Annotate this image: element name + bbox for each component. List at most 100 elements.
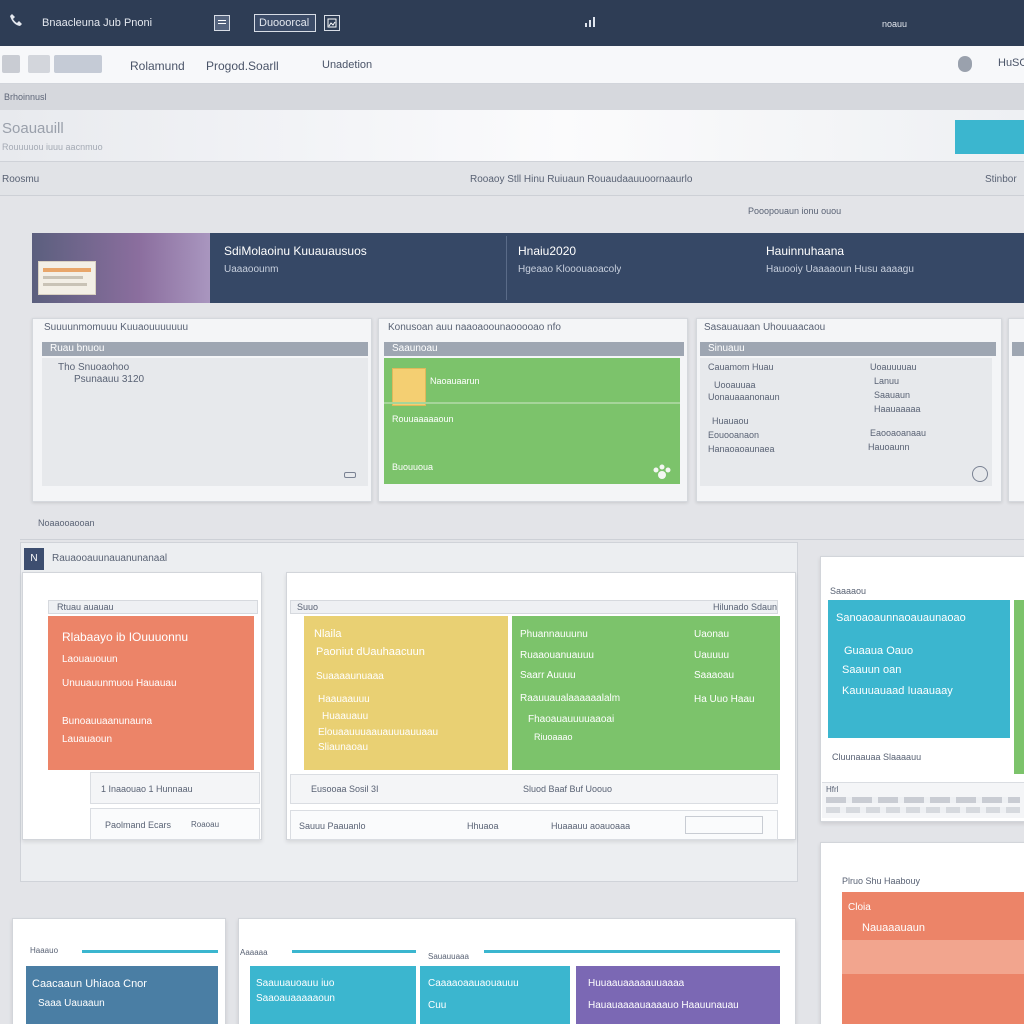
green-tile-left: Fhaoauauuuuaaoai — [528, 714, 615, 725]
card-overview-title: Suuuunmomuuu Kuuaouuuuuuu — [44, 322, 189, 333]
subheader: Brhoinnusl — [0, 84, 1024, 110]
logo-icon — [2, 55, 20, 73]
card-status-header-label: Saaunoau — [392, 343, 438, 354]
card-status-title: Konusoan auu naaoaoounaooooao nfo — [388, 322, 561, 333]
filter-bar: Roosmu Rooaoy Stll Hinu Ruiuaun Rouaudaa… — [0, 162, 1024, 196]
cyan-tile-2-title: Saauuauoauu iuo — [256, 978, 335, 989]
purple-tile-sub: Hauauaaaauaaaauo Haauunauau — [588, 1000, 739, 1011]
board-mid-footer2-mid: Hhuaoa — [467, 821, 499, 831]
card-overview-more-icon[interactable] — [344, 472, 356, 478]
green-tile-right: Saaaoau — [694, 670, 735, 681]
orange-tile-2-line: Cloia — [848, 902, 871, 913]
board-title: Rauaooauunauanunanaal — [52, 553, 168, 564]
filter-right[interactable]: Stinbor — [985, 174, 1017, 185]
mini-table-label: Hfrl — [826, 785, 839, 794]
card-details-left: Huauaou — [712, 416, 749, 426]
board-left-footer2-right: Roaoau — [191, 820, 220, 829]
steel-tile-sub: Saaa Uauaaun — [38, 998, 105, 1009]
card-status-line: Buouuoua — [392, 462, 434, 472]
nav-item-unadetion[interactable]: Unadetion — [322, 59, 372, 71]
yellow-tile-line: Huaauauu — [322, 711, 369, 722]
accent-line — [82, 950, 218, 953]
cyan-tile-line: Saauun oan — [842, 664, 902, 676]
board-logo-icon: N — [24, 548, 44, 570]
card-details-right: Lanuu — [874, 376, 900, 386]
card-status-line: Rouuaaaaaoun — [392, 414, 454, 424]
yellow-tile-line: Haauaauuu — [318, 694, 370, 705]
card-details-header-label: Sinuauu — [708, 343, 745, 354]
green-tile-left: Raauuaualaaaaaalalm — [520, 693, 621, 704]
section-2-label: Noaaooaooan — [38, 518, 95, 528]
user-label[interactable]: HuSO — [998, 57, 1024, 69]
cyan-tile-line: Kauuuauaad Iuaauaay — [842, 685, 953, 697]
grid-icon[interactable] — [28, 55, 50, 73]
orange-tile-2-band — [842, 940, 1024, 974]
card-status-header: Saaunoau — [384, 342, 684, 356]
top-right-text: noauu — [882, 19, 908, 29]
signal-icon — [584, 14, 598, 28]
hero-subtitle: Rouuuuou iuuu aacnmuo — [2, 142, 103, 152]
green-tile-right: Uaonau — [694, 629, 730, 640]
banner-col3-title: Hauinnuhaana — [766, 244, 845, 258]
board-mid-footer-input[interactable] — [685, 816, 763, 834]
paw-icon — [652, 464, 672, 480]
card-overview-header: Ruau bnuou — [42, 342, 368, 356]
cyan-tile-3-sub: Cuu — [428, 1000, 447, 1011]
hero-action-button[interactable] — [955, 120, 1024, 154]
board-mid-header-right: Hilunado Sdaun — [713, 602, 778, 612]
thumbnail-image — [38, 261, 96, 295]
accent-line — [484, 950, 780, 953]
banner-thumbnail[interactable] — [32, 233, 210, 303]
orange-tile-line: Lauauaoun — [62, 734, 113, 745]
board-left-footer: 1 Inaaouao 1 Hunnaau — [90, 772, 260, 804]
green-tile-left: Ruaaouanuauuu — [520, 650, 594, 661]
card-details-right: Eaooaoanaau — [870, 428, 927, 438]
purple-tile-title: Huuaauaaaaauuaaaa — [588, 978, 685, 989]
banner-col3-sub: Hauooiy Uaaaaoun Husu aaaagu — [766, 264, 914, 275]
phone-icon[interactable] — [8, 12, 24, 28]
orange-tile-title: Rlabaayo ib IOuuuonnu — [62, 630, 189, 644]
doc-tab[interactable]: Duooorcal — [254, 14, 316, 32]
card-overview-header-label: Ruau bnuou — [50, 343, 105, 354]
mini-table: Hfrl — [822, 782, 1024, 818]
yellow-tile-line: Paoniut dUauhaacuun — [316, 646, 425, 658]
board-mid-footer2-right: Huaaauu aoauoaaa — [551, 821, 631, 831]
steel-tile[interactable] — [26, 966, 218, 1024]
nav-search-box[interactable] — [54, 55, 102, 73]
top-bar: Bnaacleuna Jub Pnoni Duooorcal noauu — [0, 0, 1024, 46]
card-status-line: Naoauaarun — [430, 376, 480, 386]
document-icon[interactable] — [214, 15, 230, 31]
orange-tile-2-line: Nauaaauaun — [862, 922, 926, 934]
filter-center[interactable]: Rooaoy Stll Hinu Ruiuaun Rouaudaauuoorna… — [470, 174, 692, 185]
purple-tile[interactable] — [576, 966, 780, 1024]
cyan-tile-3[interactable] — [420, 966, 570, 1024]
card-details-left: Eouooanaon — [708, 430, 760, 440]
yellow-tile-line: Elouaauuuaauauuuauuaau — [318, 727, 439, 738]
refresh-icon[interactable] — [972, 466, 988, 482]
bottom-mid-header: Aaaaaa — [240, 948, 268, 957]
card-details-right: Hauoaunn — [868, 442, 910, 452]
board-mid-header: Suuo Hilunado Sdaun — [290, 600, 778, 614]
board-mid-footer2: Sauuu Paauanlo — [299, 821, 366, 831]
green-tile-left: Phuannauuunu — [520, 629, 588, 640]
board-mid-footer-row[interactable]: Sauuu Paauanlo Hhuaoa Huaaauu aoauoaaa — [290, 810, 778, 840]
yellow-tile-line: Nlaila — [314, 628, 342, 640]
board-left-footer2: Paolmand Ecars — [105, 820, 172, 830]
board-mid-footer1: Eusooaa Sosil 3I — [311, 784, 379, 794]
nav-item-rolamund[interactable]: Rolamund — [130, 59, 185, 73]
nav-item-progod[interactable]: Progod.Soarll — [206, 59, 279, 73]
avatar[interactable] — [958, 56, 972, 72]
image-icon[interactable] — [324, 15, 340, 31]
board-left-header: Rtuau auauau — [48, 600, 258, 614]
section-2-header: Noaaooaooan — [20, 508, 1024, 540]
bottom-mid-header-mid: Sauauuaaa — [428, 952, 469, 961]
card-details-right: Saauaun — [874, 390, 911, 400]
cyan-tile-title: Sanoaoaunnaoauaunaoao — [836, 612, 966, 624]
card-details-title: Sasauauaan Uhouuaacaou — [704, 322, 826, 333]
banner-col2-sub: Hgeaao Klooouaoacoly — [518, 264, 622, 275]
orange-tile-line: Laouauouun — [62, 654, 118, 665]
board-left-footer-row[interactable]: Paolmand Ecars Roaoau — [90, 808, 260, 840]
filter-left[interactable]: Roosmu — [2, 174, 39, 185]
cyan-tile-2-sub: Saaoauaaaaaoun — [256, 993, 335, 1004]
green-edge-tile — [1014, 600, 1024, 774]
